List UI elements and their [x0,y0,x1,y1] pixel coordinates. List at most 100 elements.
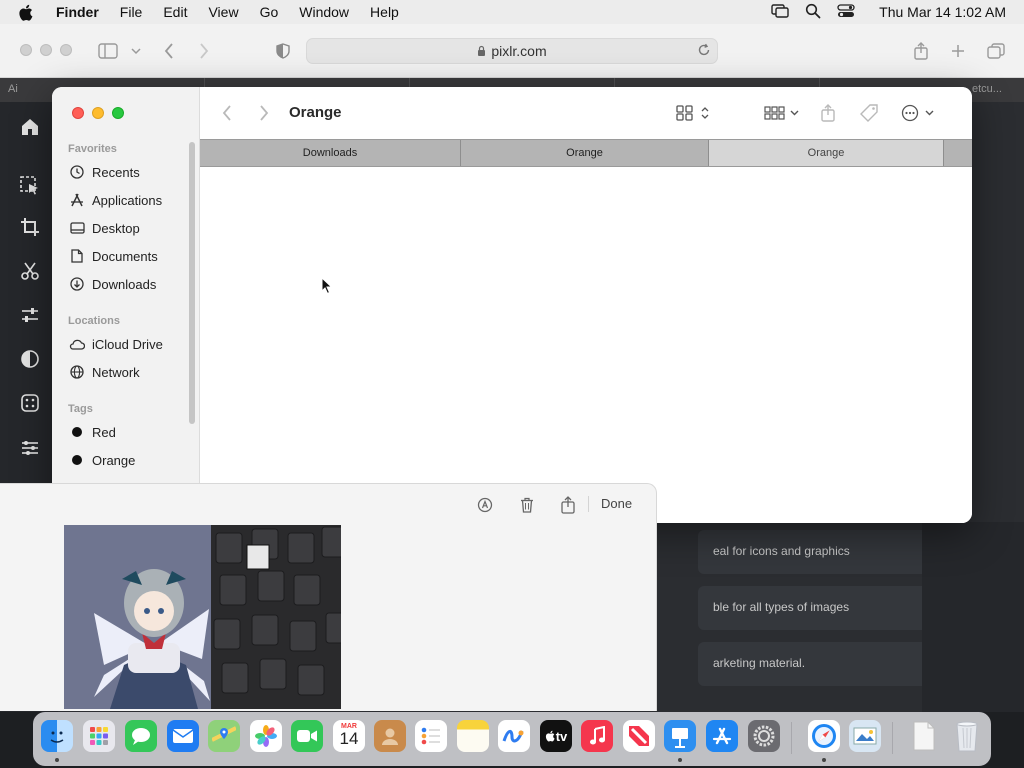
dock-maps[interactable] [208,720,240,752]
scissors-icon[interactable] [17,258,43,284]
forward-icon[interactable] [192,39,216,63]
sidebar-item-label: Documents [92,248,158,264]
pixlr-option-card[interactable]: arketing material. [698,642,960,686]
dock-contacts[interactable] [374,720,406,752]
sidebar-item-applications[interactable]: Applications [68,189,162,211]
menu-finder[interactable]: Finder [56,4,99,20]
sidebar-item-desktop[interactable]: Desktop [68,217,140,239]
select-arrow-icon[interactable] [17,173,43,199]
done-button[interactable]: Done [601,496,632,511]
dock-app-store[interactable] [706,720,738,752]
markup-icon[interactable] [474,494,496,516]
back-icon[interactable] [157,39,181,63]
dock-messages[interactable] [125,720,157,752]
menu-edit[interactable]: Edit [163,4,187,20]
dock-reminders[interactable] [415,720,447,752]
dock-music[interactable] [581,720,613,752]
clock-icon [68,163,86,181]
filter-circle-icon[interactable] [17,346,43,372]
sidebar-item-network[interactable]: Network [68,361,140,383]
screen-mirroring-icon[interactable] [771,3,789,21]
address-bar[interactable]: pixlr.com [306,38,718,64]
minimize-button[interactable] [92,107,104,119]
globe-icon [68,363,86,381]
crop-icon[interactable] [17,214,43,240]
dock-finder[interactable] [41,720,73,752]
tab-downloads[interactable]: Downloads [200,140,461,166]
applications-icon [68,191,86,209]
sidebar-item-label: iCloud Drive [92,336,163,352]
tab-orange-active[interactable]: Orange [709,140,944,166]
dock-tv[interactable]: tv [540,720,572,752]
dock-documents-stack[interactable] [908,720,940,752]
menu-go[interactable]: Go [260,4,279,20]
dock-safari[interactable] [808,720,840,752]
folder-content-area[interactable] [200,167,972,523]
control-center-icon[interactable] [837,3,855,21]
sidebar-item-downloads[interactable]: Downloads [68,273,156,295]
zoom-button[interactable] [112,107,124,119]
settings-sliders-icon[interactable] [17,435,43,461]
mouse-cursor-icon [321,276,333,300]
tab-overview-icon[interactable] [984,39,1008,63]
back-chevron-icon[interactable] [222,101,232,125]
reload-icon[interactable] [697,43,711,57]
locations-header: Locations [68,315,120,327]
adjust-sliders-icon[interactable] [17,302,43,328]
group-icon[interactable] [764,101,800,125]
dock-freeform[interactable] [498,720,530,752]
pixlr-option-card[interactable]: ble for all types of images [698,586,960,630]
home-icon[interactable] [17,114,43,140]
safari-close-button[interactable] [20,44,32,56]
sidebar-scrollbar[interactable] [189,142,195,424]
dock-news[interactable] [623,720,655,752]
dock-preview[interactable] [849,720,881,752]
more-actions-icon[interactable] [901,101,937,125]
tab-orange[interactable]: Orange [461,140,709,166]
menu-window[interactable]: Window [299,4,349,20]
image-preview-thumbnail[interactable] [64,525,341,709]
running-indicator [55,758,59,762]
close-button[interactable] [72,107,84,119]
tab-label: Orange [566,147,603,159]
sidebar-item-recents[interactable]: Recents [68,161,140,183]
pixlr-right-panel [922,522,1024,712]
share-icon[interactable] [557,494,579,516]
safari-minimize-button[interactable] [40,44,52,56]
sidebar-item-tag-orange[interactable]: Orange [68,449,135,471]
effects-icon[interactable] [17,390,43,416]
apple-logo-icon[interactable] [18,4,36,21]
sidebar-toggle-icon[interactable] [96,39,120,63]
sidebar-item-documents[interactable]: Documents [68,245,158,267]
sidebar-item-icloud-drive[interactable]: iCloud Drive [68,333,163,355]
icon-view-icon[interactable] [676,101,710,125]
dock-photos[interactable] [250,720,282,752]
safari-zoom-button[interactable] [60,44,72,56]
dock-facetime[interactable] [291,720,323,752]
dock-launchpad[interactable] [83,720,115,752]
sidebar-item-tag-red[interactable]: Red [68,421,116,443]
share-icon[interactable] [821,101,835,125]
menu-file[interactable]: File [120,4,143,20]
dock-trash[interactable] [951,720,983,752]
shield-icon[interactable] [271,39,295,63]
tag-icon[interactable] [859,101,879,125]
calendar-day: 14 [339,729,359,748]
menubar-clock[interactable]: Thu Mar 14 1:02 AM [879,4,1006,20]
dock-calendar[interactable]: MAR 14 [333,720,365,752]
menu-view[interactable]: View [208,4,238,20]
tags-header: Tags [68,403,93,415]
new-tab-icon[interactable] [946,39,970,63]
spotlight-search-icon[interactable] [805,3,821,22]
menu-help[interactable]: Help [370,4,399,20]
dock-keynote[interactable] [664,720,696,752]
share-icon[interactable] [909,39,933,63]
dock-mail[interactable] [167,720,199,752]
chevron-down-icon[interactable] [124,39,148,63]
forward-chevron-icon[interactable] [259,101,269,125]
dock-system-settings[interactable] [748,720,780,752]
dock-notes[interactable] [457,720,489,752]
tab-label: Orange [807,147,845,159]
trash-icon[interactable] [516,494,538,516]
pixlr-option-card[interactable]: eal for icons and graphics [698,530,960,574]
